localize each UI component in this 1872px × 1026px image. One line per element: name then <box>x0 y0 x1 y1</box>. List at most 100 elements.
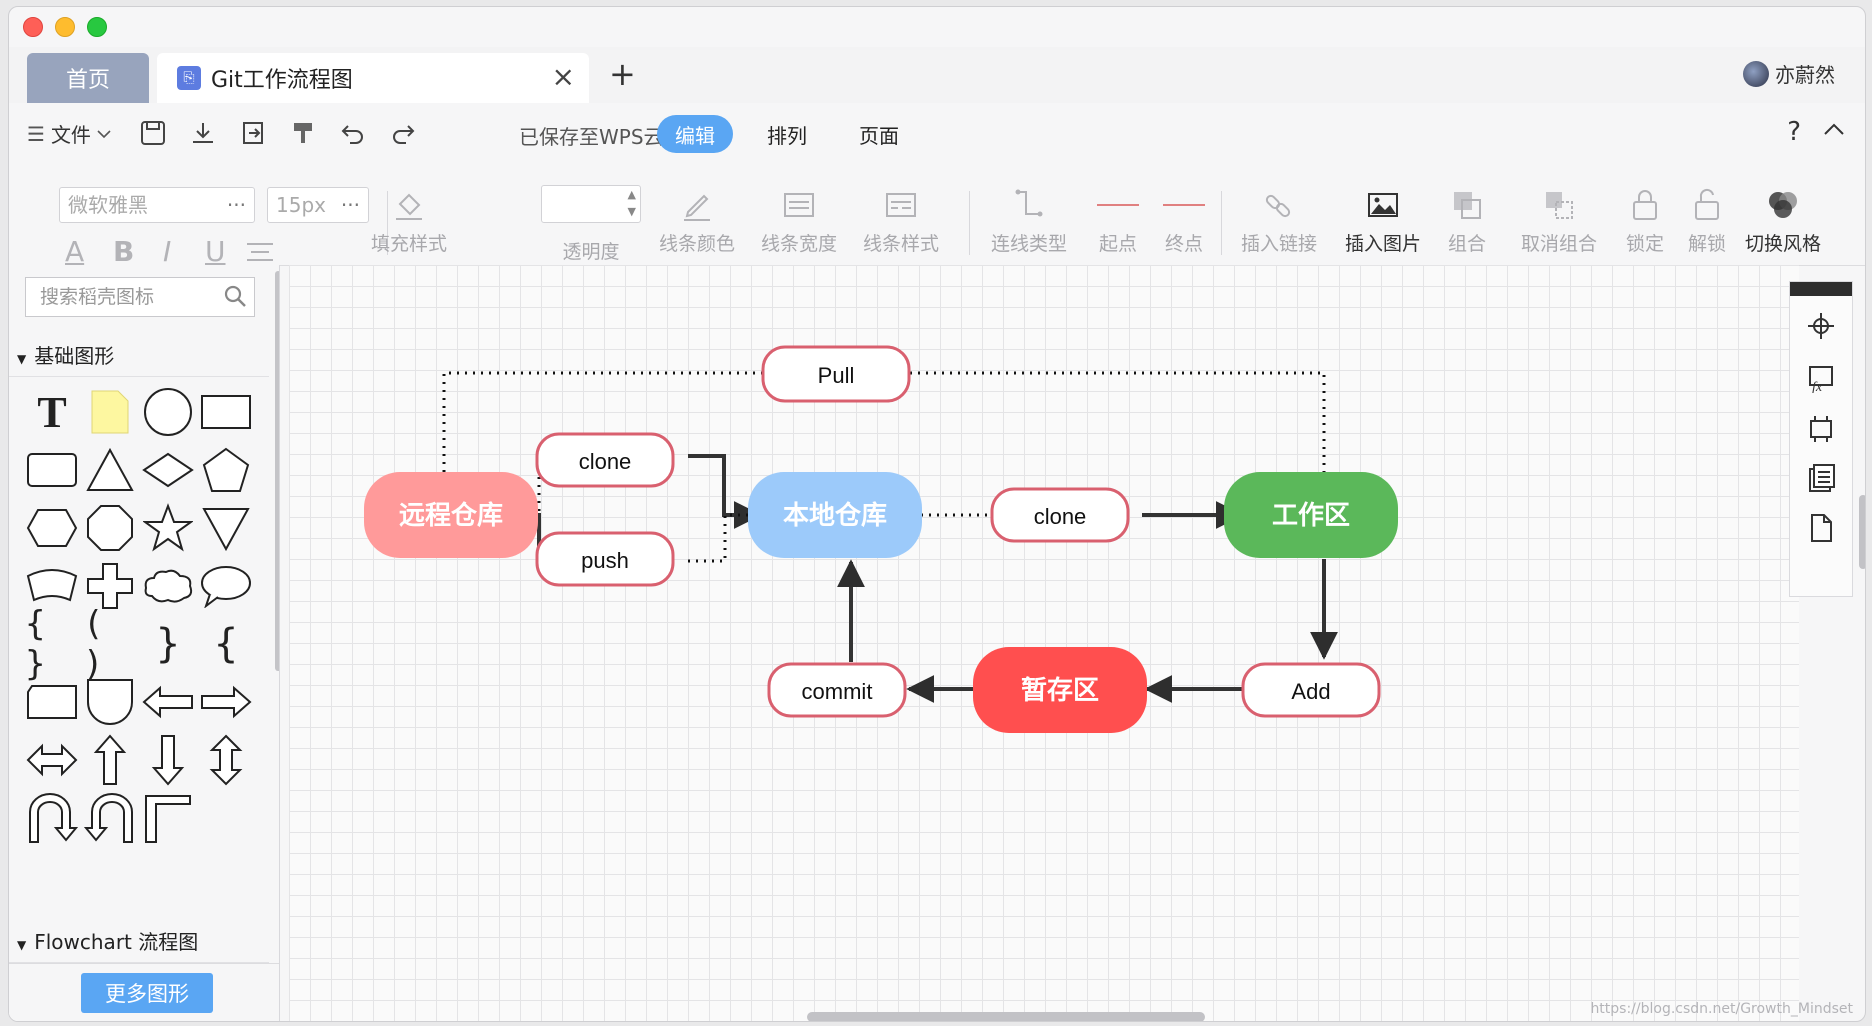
inverted-triangle-shape[interactable] <box>199 501 253 555</box>
tab-document[interactable]: ⎘ Git工作流程图 × <box>157 53 589 103</box>
maximize-window-button[interactable] <box>87 17 107 37</box>
node-local-repo[interactable]: 本地仓库 <box>748 472 922 558</box>
line-start-icon <box>1097 204 1139 206</box>
right-brace-shape[interactable]: } <box>141 617 195 671</box>
line-width-tool[interactable]: 线条宽度 <box>757 185 841 256</box>
opacity-label: 透明度 <box>562 241 620 263</box>
up-arrow-shape[interactable] <box>83 733 137 787</box>
canvas-vertical-scrollbar[interactable] <box>1859 495 1865 569</box>
download-icon[interactable] <box>187 117 219 149</box>
undo-icon[interactable] <box>337 117 369 149</box>
diagram-canvas[interactable]: 远程仓库 本地仓库 工作区 暂存区 Pull clone push clone … <box>289 265 1799 1021</box>
canvas-horizontal-scrollbar[interactable] <box>807 1012 1205 1021</box>
delay-shape[interactable] <box>83 675 137 729</box>
corner-shape[interactable] <box>141 791 195 845</box>
node-workspace[interactable]: 工作区 <box>1224 472 1398 558</box>
star-shape[interactable] <box>141 501 195 555</box>
export-icon[interactable] <box>237 117 269 149</box>
font-size-select[interactable]: 15px ··· <box>267 187 369 223</box>
new-tab-button[interactable]: + <box>609 55 636 93</box>
rectangle-shape[interactable] <box>199 385 253 439</box>
close-window-button[interactable] <box>23 17 43 37</box>
switch-style-tool[interactable]: 切换风格 <box>1741 185 1825 256</box>
u-turn-left-arrow-shape[interactable] <box>83 791 137 845</box>
label-pull[interactable]: Pull <box>761 345 911 403</box>
opacity-input[interactable]: ▲ ▼ <box>541 185 641 223</box>
minimize-window-button[interactable] <box>55 17 75 37</box>
close-tab-icon[interactable]: × <box>552 63 575 91</box>
format-painter-icon[interactable] <box>287 117 319 149</box>
tab-edit[interactable]: 编辑 <box>657 115 733 153</box>
group-flowchart[interactable]: ▼ Flowchart 流程图 <box>9 921 269 963</box>
file-menu[interactable]: ☰ 文件 <box>27 119 111 148</box>
divider <box>1221 191 1222 255</box>
crop-icon[interactable] <box>1790 410 1852 446</box>
more-shapes-button[interactable]: 更多图形 <box>81 973 213 1013</box>
font-family-select[interactable]: 微软雅黑 ··· <box>59 187 255 223</box>
diamond-shape[interactable] <box>141 443 195 497</box>
right-arrow-shape[interactable] <box>199 675 253 729</box>
down-arrow-shape[interactable] <box>141 733 195 787</box>
brace-pair-shape[interactable]: { } <box>25 604 79 684</box>
italic-button[interactable]: I <box>163 235 171 268</box>
line-color-tool[interactable]: 线条颜色 <box>655 185 739 256</box>
label-add[interactable]: Add <box>1241 662 1381 718</box>
rounded-rect-shape[interactable] <box>25 443 79 497</box>
target-icon[interactable] <box>1790 308 1852 344</box>
label-clone-right[interactable]: clone <box>990 487 1130 543</box>
start-point-tool[interactable]: 起点 <box>1093 185 1143 256</box>
tab-arrange[interactable]: 排列 <box>749 115 825 153</box>
circle-shape[interactable] <box>141 385 195 439</box>
redo-icon[interactable] <box>387 117 419 149</box>
pentagon-shape[interactable] <box>199 443 253 497</box>
user-profile[interactable]: 亦蔚然 <box>1743 59 1835 88</box>
node-staging[interactable]: 暂存区 <box>973 647 1147 733</box>
double-arrow-shape[interactable] <box>25 733 79 787</box>
hexagon-shape[interactable] <box>25 501 79 555</box>
tab-page[interactable]: 页面 <box>841 115 917 153</box>
insert-link-tool[interactable]: 插入链接 <box>1237 185 1321 256</box>
left-arrow-shape[interactable] <box>141 675 195 729</box>
fill-style-tool[interactable]: 填充样式 <box>369 185 449 256</box>
font-color-button[interactable]: A <box>65 235 84 268</box>
label-commit[interactable]: commit <box>767 662 907 718</box>
end-point-tool[interactable]: 终点 <box>1159 185 1209 256</box>
bracket-pair-shape[interactable]: ( ) <box>83 604 137 684</box>
label-clone-top[interactable]: clone <box>535 432 675 488</box>
octagon-shape[interactable] <box>83 501 137 555</box>
save-icon[interactable] <box>137 117 169 149</box>
panel-handle[interactable] <box>1790 282 1852 296</box>
text-shape[interactable]: T <box>25 385 79 439</box>
lock-tool[interactable]: 锁定 <box>1619 185 1671 256</box>
insert-image-tool[interactable]: 插入图片 <box>1341 185 1425 256</box>
triangle-shape[interactable] <box>83 443 137 497</box>
bold-button[interactable]: B <box>113 235 134 268</box>
formula-icon[interactable]: fx <box>1790 360 1852 396</box>
ungroup-tool[interactable]: 取消组合 <box>1509 185 1609 256</box>
tab-home[interactable]: 首页 <box>27 53 149 103</box>
pages-icon[interactable] <box>1790 460 1852 496</box>
edge-push-to-local[interactable] <box>688 513 749 563</box>
group-basic-shapes[interactable]: ▼ 基础图形 <box>9 335 269 377</box>
collapse-toolbar-icon[interactable] <box>1823 117 1845 142</box>
note-shape[interactable] <box>83 385 137 439</box>
start-point-label: 起点 <box>1098 233 1137 255</box>
node-remote-repo[interactable]: 远程仓库 <box>364 472 538 558</box>
connector-type-tool[interactable]: 连线类型 <box>987 185 1071 256</box>
u-turn-arrow-shape[interactable] <box>25 791 79 845</box>
unlock-tool[interactable]: 解锁 <box>1681 185 1733 256</box>
page-icon[interactable] <box>1790 510 1852 546</box>
up-down-arrow-shape[interactable] <box>199 733 253 787</box>
tape-shape[interactable] <box>25 675 79 729</box>
speech-bubble-shape[interactable] <box>199 559 253 613</box>
group-tool[interactable]: 组合 <box>1437 185 1497 256</box>
line-style-tool[interactable]: 线条样式 <box>859 185 943 256</box>
sidebar-scrollbar[interactable] <box>275 271 279 671</box>
label-push[interactable]: push <box>535 531 675 587</box>
search-input[interactable]: 搜索稻壳图标 <box>25 277 255 317</box>
ungroup-icon <box>1546 192 1573 219</box>
underline-button[interactable]: U <box>205 235 226 268</box>
left-brace-shape[interactable]: { <box>199 617 253 671</box>
cloud-shape[interactable] <box>141 559 195 613</box>
help-button[interactable]: ? <box>1787 117 1801 147</box>
